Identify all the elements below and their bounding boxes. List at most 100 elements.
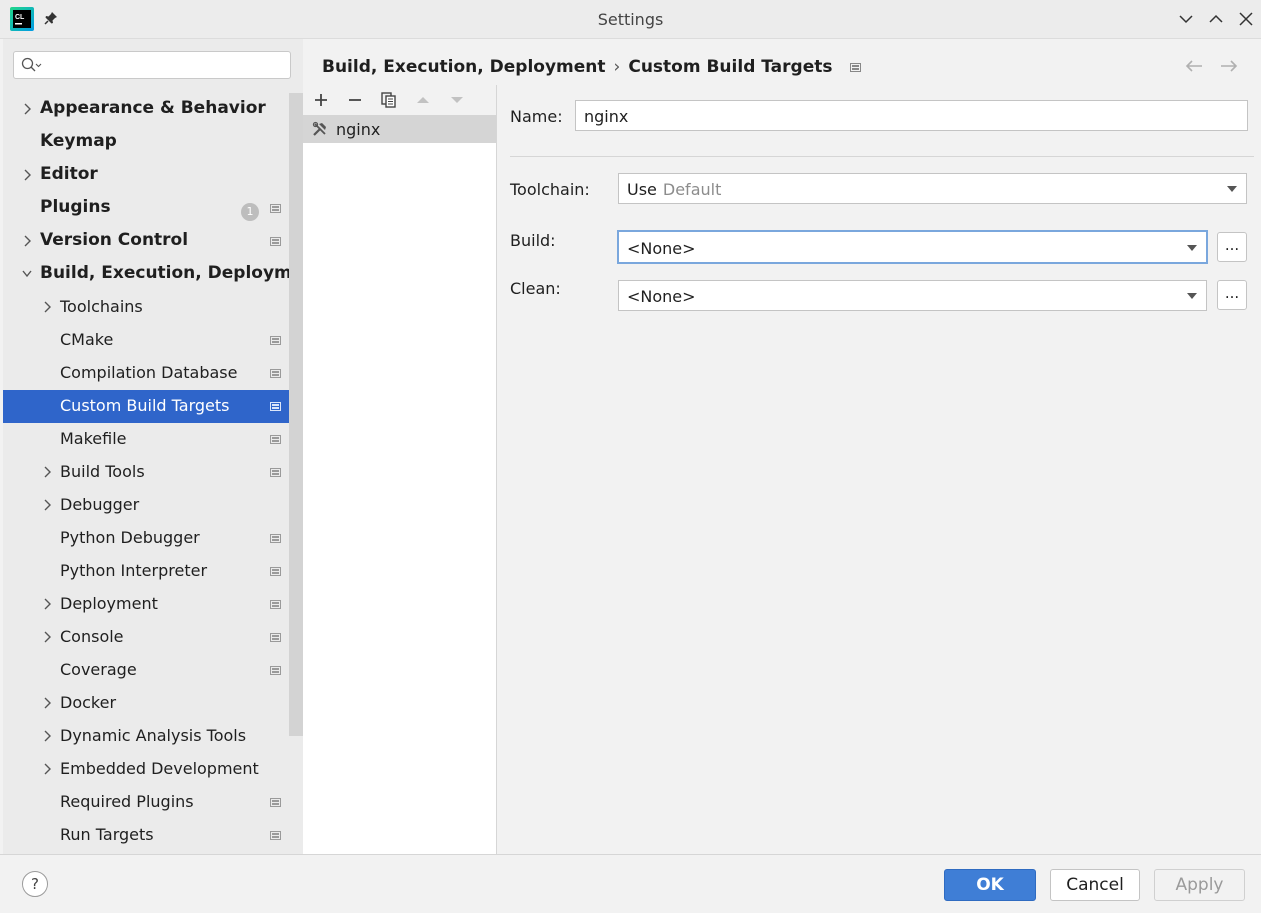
targets-toolbar (303, 85, 496, 115)
sidebar-item-label: Coverage (60, 660, 137, 679)
title-bar: CL Settings (0, 0, 1261, 39)
project-scope-icon (270, 336, 281, 345)
search-input[interactable] (13, 51, 291, 79)
build-combo[interactable]: <None> (617, 230, 1208, 264)
breadcrumb-parent[interactable]: Build, Execution, Deployment (322, 57, 606, 77)
ok-button[interactable]: OK (944, 869, 1036, 901)
project-scope-icon (270, 567, 281, 576)
sidebar-item-coverage[interactable]: Coverage (3, 654, 303, 687)
sidebar-scrollbar[interactable] (289, 93, 303, 736)
sidebar-item-deployment[interactable]: Deployment (3, 588, 303, 621)
sidebar-item-version-control[interactable]: Version Control (3, 225, 303, 258)
project-scope-icon (270, 666, 281, 675)
add-icon[interactable] (312, 91, 330, 109)
sidebar-item-label: Dynamic Analysis Tools (60, 726, 247, 745)
chevron-right-icon[interactable] (42, 598, 52, 610)
sidebar-item-cmake[interactable]: CMake (3, 324, 303, 357)
sidebar-item-editor[interactable]: Editor (3, 159, 303, 192)
sidebar-item-toolchains[interactable]: Toolchains (3, 291, 303, 324)
content-panel: Build, Execution, Deployment › Custom Buil… (303, 39, 1261, 854)
chevron-right-icon[interactable] (42, 466, 52, 478)
toolchain-combo[interactable]: Use Default (618, 173, 1247, 204)
help-button[interactable]: ? (22, 871, 48, 897)
search-icon (21, 57, 42, 72)
chevron-down-icon (1227, 186, 1237, 192)
sidebar-item-console[interactable]: Console (3, 621, 303, 654)
project-scope-icon (270, 468, 281, 477)
sidebar-item-debugger[interactable]: Debugger (3, 489, 303, 522)
toolchain-label: Toolchain: (510, 180, 590, 199)
sidebar-item-build-tools[interactable]: Build Tools (3, 456, 303, 489)
sidebar-item-label: Debugger (60, 495, 140, 514)
project-scope-icon (270, 237, 281, 246)
build-browse-button[interactable]: ... (1217, 232, 1247, 262)
sidebar-item-plugins[interactable]: Plugins 1 (3, 192, 303, 225)
project-scope-icon (270, 204, 281, 213)
copy-icon[interactable] (380, 91, 398, 109)
chevron-right-icon[interactable] (22, 169, 32, 181)
sidebar-item-required-plugins[interactable]: Required Plugins (3, 786, 303, 819)
sidebar-item-run-targets[interactable]: Run Targets (3, 819, 303, 852)
chevron-right-icon[interactable] (22, 103, 32, 115)
move-down-icon[interactable] (448, 91, 466, 109)
sidebar-item-label: Toolchains (60, 297, 143, 316)
chevron-right-icon[interactable] (22, 235, 32, 247)
close-icon[interactable] (1238, 11, 1254, 27)
sidebar-item-label: Plugins (40, 197, 111, 217)
project-scope-icon (850, 62, 862, 72)
window-title: Settings (597, 10, 664, 29)
minimize-icon[interactable] (1178, 11, 1194, 27)
clean-combo[interactable]: <None> (618, 280, 1207, 311)
sidebar-item-compilation-database[interactable]: Compilation Database (3, 357, 303, 390)
name-label: Name: (510, 107, 563, 126)
move-up-icon[interactable] (414, 91, 432, 109)
sidebar-item-label: Console (60, 627, 124, 646)
sidebar-item-custom-build-targets[interactable]: Custom Build Targets (3, 390, 303, 423)
project-scope-icon (270, 798, 281, 807)
back-arrow-icon[interactable] (1184, 58, 1204, 74)
build-tools-icon (312, 121, 326, 136)
sidebar-item-label: Python Debugger (60, 528, 200, 547)
target-item-nginx[interactable]: nginx (303, 115, 496, 143)
chevron-right-icon[interactable] (42, 697, 52, 709)
sidebar-item-label: Build, Execution, Deploymen (40, 263, 303, 283)
dialog-footer: ? OK Cancel Apply (0, 854, 1261, 913)
chevron-right-icon[interactable] (42, 730, 52, 742)
chevron-down-icon[interactable] (22, 268, 32, 280)
sidebar-item-python-debugger[interactable]: Python Debugger (3, 522, 303, 555)
remove-icon[interactable] (346, 91, 364, 109)
breadcrumb: Build, Execution, Deployment › Custom Buil… (322, 57, 862, 77)
name-field[interactable]: nginx (575, 100, 1248, 131)
sidebar-item-makefile[interactable]: Makefile (3, 423, 303, 456)
forward-arrow-icon[interactable] (1219, 58, 1239, 74)
form-divider (510, 156, 1254, 157)
target-item-label: nginx (336, 120, 381, 139)
sidebar-item-label: Docker (60, 693, 117, 712)
sidebar-item-build-execution-deploymen[interactable]: Build, Execution, Deploymen (3, 258, 303, 291)
apply-button[interactable]: Apply (1154, 869, 1245, 901)
sidebar-item-python-interpreter[interactable]: Python Interpreter (3, 555, 303, 588)
build-label: Build: (510, 231, 556, 250)
build-value: <None> (627, 239, 696, 258)
sidebar-item-label: Build Tools (60, 462, 145, 481)
toolchain-hint: Default (662, 180, 722, 199)
sidebar-item-appearance-behavior[interactable]: Appearance & Behavior (3, 93, 303, 126)
sidebar-item-label: Keymap (40, 131, 117, 151)
chevron-right-icon[interactable] (42, 499, 52, 511)
project-scope-icon (270, 633, 281, 642)
project-scope-icon (270, 600, 281, 609)
sidebar-item-label: Editor (40, 164, 98, 184)
sidebar-item-dynamic-analysis-tools[interactable]: Dynamic Analysis Tools (3, 720, 303, 753)
sidebar-item-docker[interactable]: Docker (3, 687, 303, 720)
chevron-right-icon[interactable] (42, 631, 52, 643)
project-scope-icon (270, 369, 281, 378)
chevron-right-icon[interactable] (42, 763, 52, 775)
sidebar-item-keymap[interactable]: Keymap (3, 126, 303, 159)
sidebar-item-label: Required Plugins (60, 792, 194, 811)
clean-browse-button[interactable]: ... (1217, 280, 1247, 310)
maximize-icon[interactable] (1208, 11, 1224, 27)
chevron-right-icon[interactable] (42, 301, 52, 313)
project-scope-icon (270, 534, 281, 543)
sidebar-item-embedded-development[interactable]: Embedded Development (3, 753, 303, 786)
cancel-button[interactable]: Cancel (1050, 869, 1140, 901)
